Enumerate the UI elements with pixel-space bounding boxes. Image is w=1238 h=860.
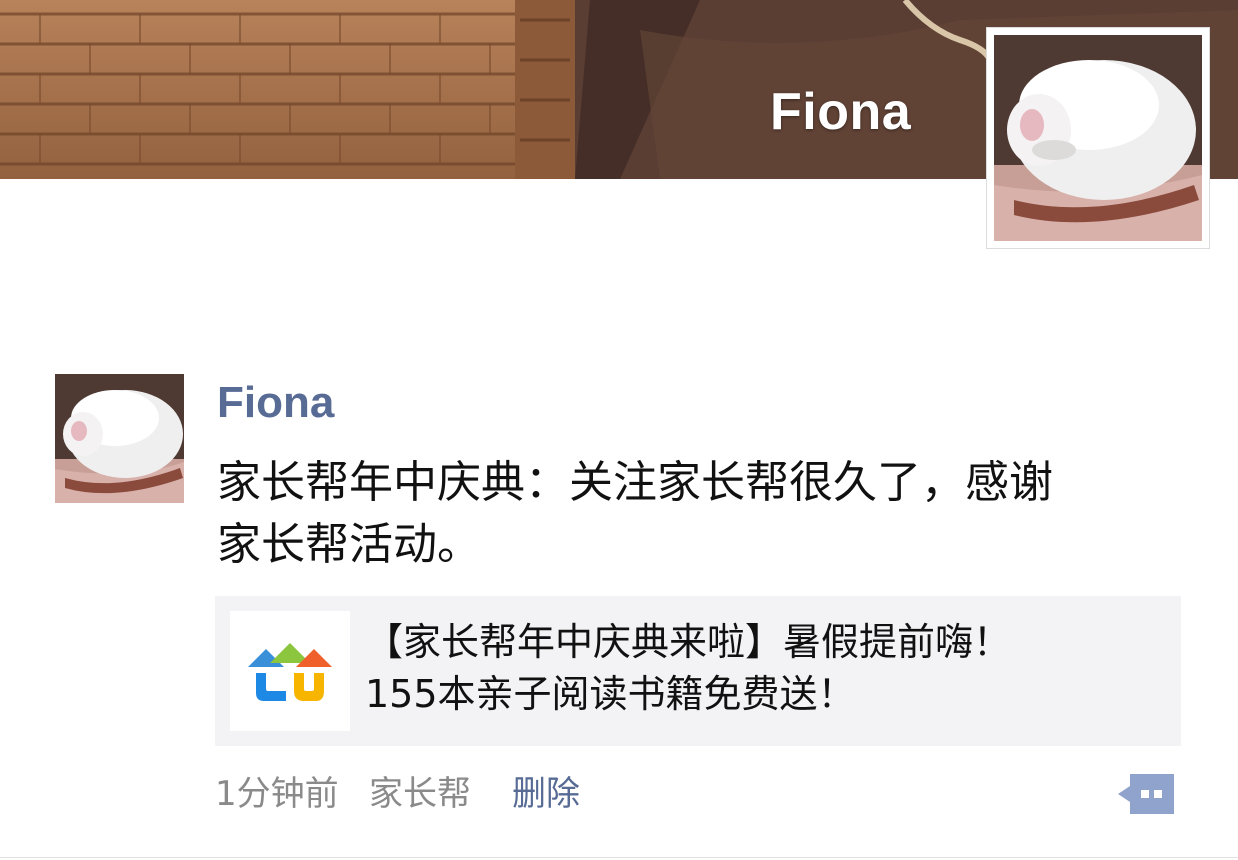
- post-time: 1分钟前: [215, 774, 339, 814]
- post-text-line: 家长帮活动。: [217, 519, 481, 570]
- link-title-line: 【家长帮年中庆典来啦】暑假提前嗨！: [365, 620, 1012, 664]
- profile-avatar[interactable]: [986, 27, 1210, 249]
- post-author-name[interactable]: Fiona: [217, 378, 334, 428]
- cat-photo-small: [55, 374, 184, 503]
- delete-button[interactable]: 删除: [512, 772, 580, 816]
- post-text-line: 家长帮年中庆典：关注家长帮很久了，感谢: [217, 457, 1053, 508]
- link-title: 【家长帮年中庆典来啦】暑假提前嗨！ 155本亲子阅读书籍免费送！: [365, 616, 1165, 720]
- link-thumbnail: [230, 611, 350, 731]
- post-text: 家长帮年中庆典：关注家长帮很久了，感谢 家长帮活动。: [217, 452, 1197, 576]
- post-author-avatar[interactable]: [55, 374, 184, 503]
- bottom-divider: [0, 857, 1238, 858]
- house-logo-icon: [248, 643, 332, 701]
- post-source: 家长帮: [369, 774, 471, 814]
- shared-link-card[interactable]: 【家长帮年中庆典来啦】暑假提前嗨！ 155本亲子阅读书籍免费送！: [215, 596, 1181, 746]
- link-title-line: 155本亲子阅读书籍免费送！: [365, 672, 856, 716]
- profile-name: Fiona: [770, 83, 912, 141]
- cat-photo: [994, 35, 1202, 241]
- comment-button[interactable]: [1116, 772, 1176, 816]
- comment-icon: [1118, 774, 1174, 814]
